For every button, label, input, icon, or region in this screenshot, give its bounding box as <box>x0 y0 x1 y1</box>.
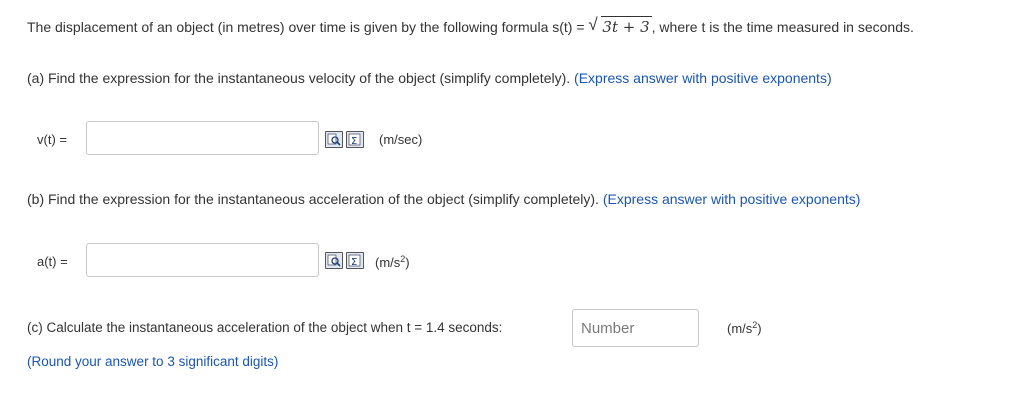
rounding-hint: (Round your answer to 3 significant digi… <box>27 354 279 369</box>
part-c-unit: (m/s2) <box>727 320 762 336</box>
magnifier-preview-icon[interactable] <box>325 131 343 148</box>
part-b-question: (b) Find the expression for the instanta… <box>27 191 860 207</box>
problem-statement: The displacement of an object (in metres… <box>27 15 914 36</box>
part-a-text: (a) Find the expression for the instanta… <box>27 70 575 86</box>
acceleration-unit-end: ) <box>405 255 410 270</box>
part-c-question: (c) Calculate the instantaneous accelera… <box>27 320 503 335</box>
acceleration-unit: (m/s2) <box>375 254 410 270</box>
velocity-answer-field[interactable] <box>86 121 319 155</box>
part-a-question: (a) Find the expression for the instanta… <box>27 70 832 86</box>
part-c-unit-base: (m/s <box>727 321 753 336</box>
sqrt-symbol: √ <box>588 15 598 34</box>
sigma-equation-editor-icon[interactable]: Σ <box>346 131 364 148</box>
magnifier-preview-icon[interactable] <box>325 252 343 269</box>
acceleration-label: a(t) = <box>37 254 68 269</box>
part-b-hint: (Express answer with positive exponents) <box>602 191 861 207</box>
svg-text:Σ: Σ <box>351 136 357 147</box>
svg-text:Σ: Σ <box>351 257 357 268</box>
part-c-unit-end: ) <box>757 321 762 336</box>
intro-text-before: The displacement of an object (in metres… <box>27 19 589 35</box>
intro-text-after: , where t is the time measured in second… <box>651 19 914 35</box>
acceleration-answer-field[interactable] <box>86 243 319 277</box>
part-a-hint: (Express answer with positive exponents) <box>574 70 832 86</box>
acceleration-tools: Σ <box>325 252 364 269</box>
formula-radicand: 3t + 3 <box>601 16 652 36</box>
sqrt-formula: √ 3t + 3 <box>588 15 652 36</box>
velocity-tools: Σ <box>325 131 364 148</box>
velocity-unit: (m/sec) <box>379 132 423 147</box>
number-input[interactable] <box>572 309 699 347</box>
part-b-text: (b) Find the expression for the instanta… <box>27 191 603 207</box>
velocity-label: v(t) = <box>37 132 67 147</box>
acceleration-unit-base: (m/s <box>375 255 401 270</box>
sigma-equation-editor-icon[interactable]: Σ <box>346 252 364 269</box>
